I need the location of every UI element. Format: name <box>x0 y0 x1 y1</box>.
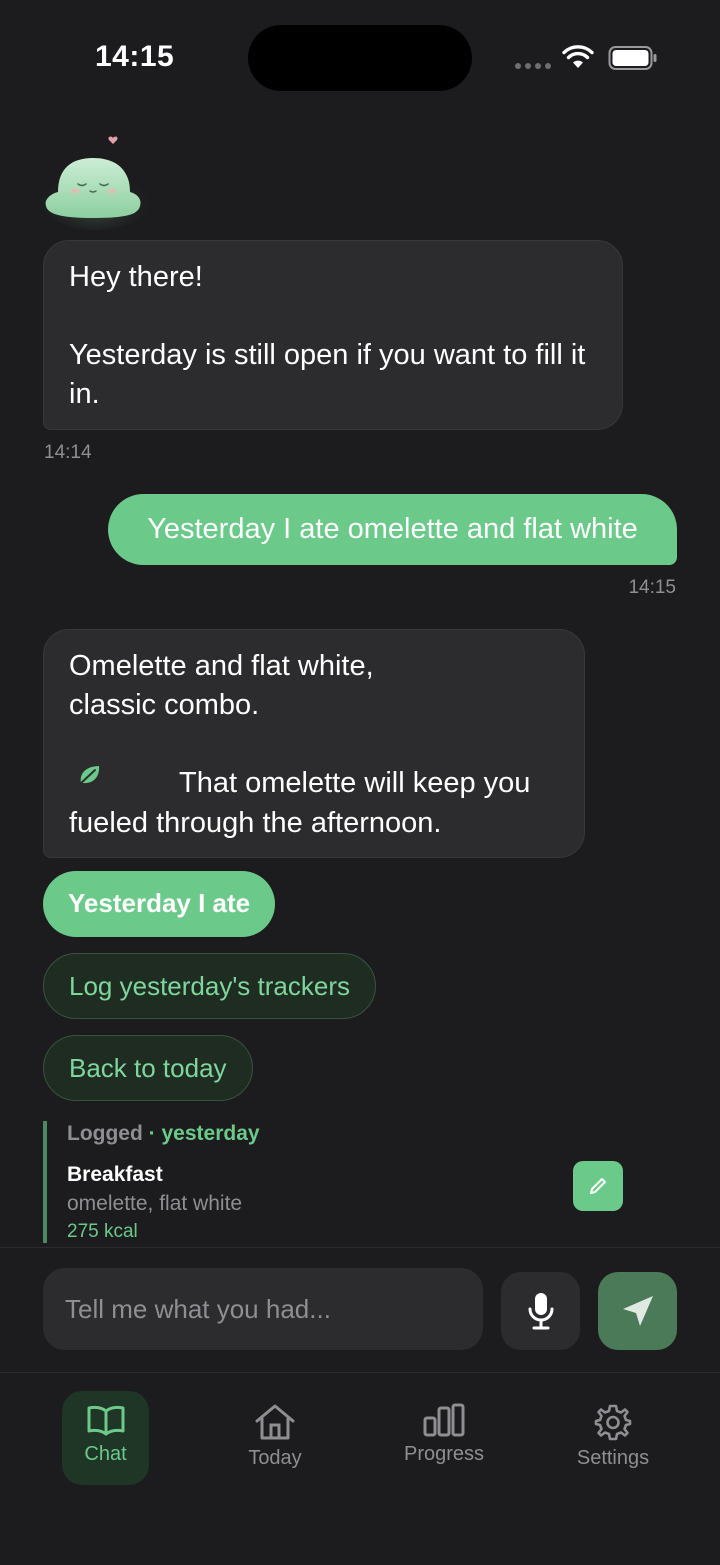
leaf-icon <box>69 761 179 800</box>
meal-items: omelette, flat white <box>67 1192 243 1215</box>
message-timestamp: 14:14 <box>44 442 92 463</box>
wifi-icon <box>562 45 594 68</box>
logged-label: Logged <box>67 1122 143 1145</box>
gear-icon <box>594 1404 632 1441</box>
send-icon <box>622 1296 653 1326</box>
meal-name: Breakfast <box>67 1163 163 1186</box>
tab-label: Progress <box>403 1443 485 1465</box>
message-input[interactable] <box>43 1268 483 1350</box>
logged-meal-card: Logged · yesterday Breakfast omelette, f… <box>43 1121 643 1243</box>
tab-label: Settings <box>576 1447 650 1469</box>
mascot-avatar <box>40 136 150 230</box>
user-message: Yesterday I ate omelette and flat white <box>108 494 677 565</box>
status-time: 14:15 <box>95 40 175 73</box>
bar-chart-icon <box>423 1403 465 1437</box>
tab-settings[interactable]: Settings <box>558 1391 668 1485</box>
tab-chat[interactable]: Chat <box>62 1391 149 1485</box>
microphone-icon <box>528 1293 553 1330</box>
home-icon <box>255 1404 295 1440</box>
bot-message: Hey there! Yesterday is still open if yo… <box>43 240 623 430</box>
logged-separator: · <box>142 1122 162 1145</box>
book-icon <box>87 1405 124 1436</box>
logged-day: yesterday <box>161 1122 260 1145</box>
composer-divider <box>0 1247 720 1248</box>
tab-bar: Chat Today Progress Settings <box>0 1372 720 1565</box>
suggestion-chip-log-trackers[interactable]: Log yesterday's trackers <box>43 953 376 1019</box>
pencil-icon <box>590 1178 606 1194</box>
meal-kcal: 275 kcal <box>67 1221 138 1242</box>
tab-today[interactable]: Today <box>220 1391 330 1485</box>
suggestion-chip-back-to-today[interactable]: Back to today <box>43 1035 253 1101</box>
message-timestamp: 14:15 <box>628 577 676 598</box>
cellular-signal-icon <box>515 63 551 69</box>
battery-icon <box>608 46 657 70</box>
tab-label: Today <box>248 1447 302 1469</box>
send-button[interactable] <box>598 1272 677 1350</box>
suggestion-chip-yesterday-i-ate[interactable]: Yesterday I ate <box>43 871 276 937</box>
status-bar: 14:15 <box>0 0 720 115</box>
bot-message-text: Omelette and flat white, classic combo. <box>69 650 374 721</box>
mic-button[interactable] <box>501 1272 580 1350</box>
tab-progress[interactable]: Progress <box>389 1391 499 1485</box>
bot-message: Omelette and flat white, classic combo. … <box>43 629 585 858</box>
tab-label: Chat <box>84 1443 127 1465</box>
logged-header: Logged · yesterday <box>67 1122 643 1146</box>
edit-meal-button[interactable] <box>573 1161 623 1211</box>
dynamic-island <box>248 25 472 91</box>
